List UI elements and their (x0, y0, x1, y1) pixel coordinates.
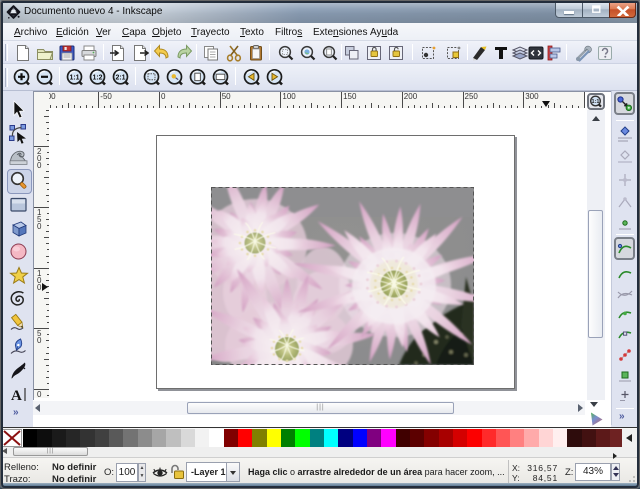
svg-text:A: A (11, 388, 22, 404)
svg-text:2:1: 2:1 (115, 74, 125, 81)
svg-text:1:1: 1:1 (69, 74, 79, 81)
svg-text:1:2: 1:2 (92, 74, 102, 81)
svg-text:1:1: 1:1 (592, 99, 600, 105)
